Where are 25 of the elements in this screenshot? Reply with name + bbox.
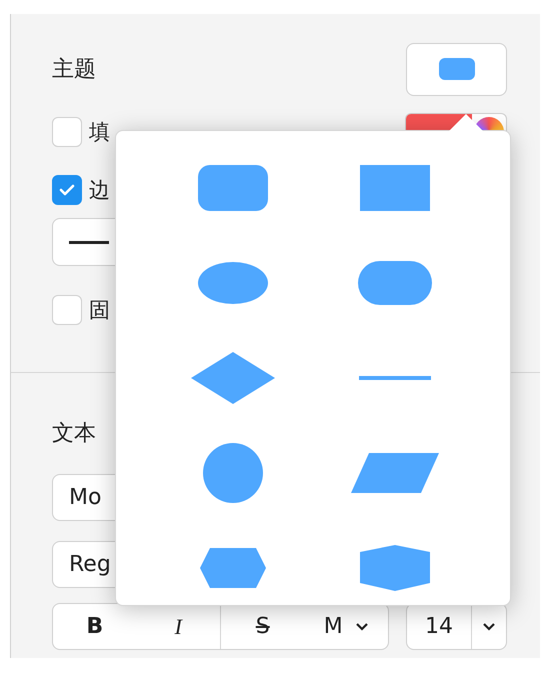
checkmark-icon [58,183,76,197]
checkbox[interactable] [52,117,82,147]
option-label: 固 [89,297,110,324]
parallelogram-shape-icon[interactable] [351,452,439,492]
circle-shape-icon[interactable] [203,442,263,502]
line-shape-icon[interactable] [359,376,431,380]
checkbox[interactable] [52,295,82,325]
stadium-shape-icon[interactable] [358,260,432,304]
option-label: 填 [89,119,110,146]
strikethrough-button[interactable]: S [221,604,304,649]
ellipse-shape-icon[interactable] [198,262,268,304]
section-title: 文本 [52,420,97,448]
pentagon-hexagon-shape-icon[interactable] [360,544,430,590]
checkbox[interactable] [52,175,82,205]
chevron-down-icon [482,622,496,632]
option-label: 边 [89,177,110,204]
shape-style-button[interactable] [406,42,507,96]
bold-button[interactable]: B [53,604,136,649]
diamond-shape-icon[interactable] [191,352,275,404]
rounded-rect-shape-icon[interactable] [198,164,268,210]
chevron-down-icon [354,622,369,632]
section-title: 主题 [52,56,96,84]
more-format-dropdown[interactable]: M [304,604,388,649]
hexagon-shape-icon[interactable] [200,548,266,588]
rounded-rectangle-icon [438,58,474,80]
